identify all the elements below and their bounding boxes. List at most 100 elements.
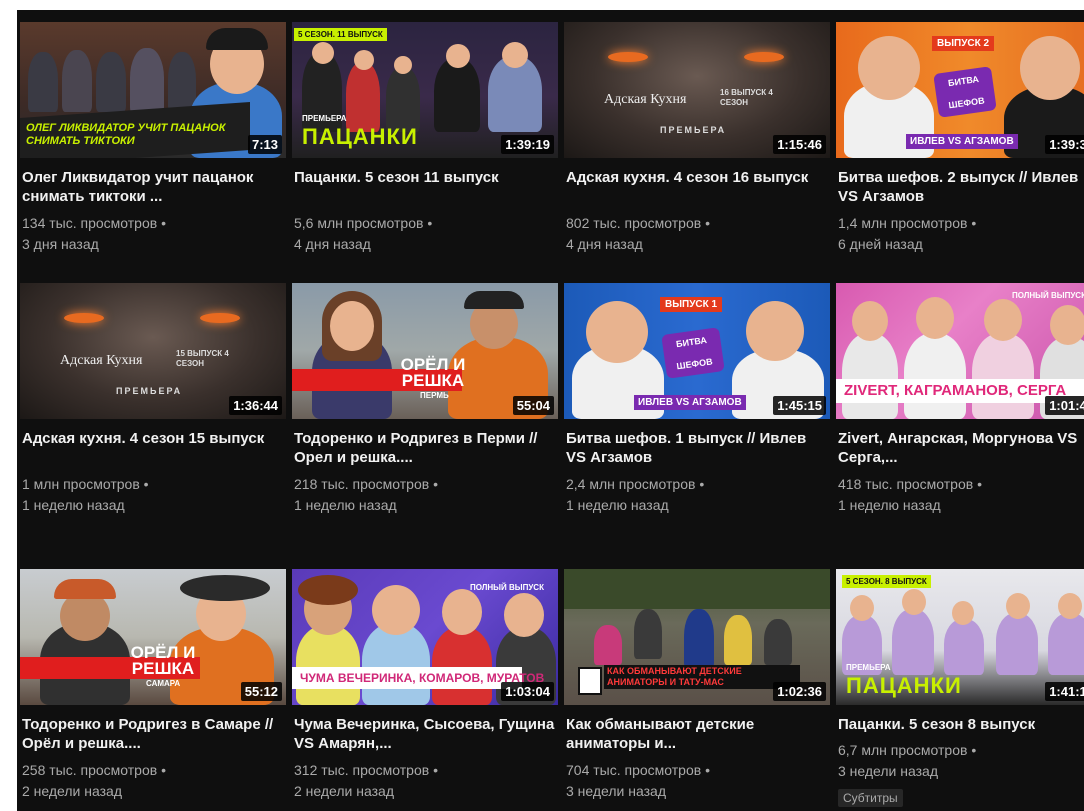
video-thumbnail[interactable]: КАК ОБМАНЫВАЮТ ДЕТСКИЕ АНИМАТОРЫ И ТАТУ-… [564, 569, 830, 705]
video-duration: 1:45:15 [773, 396, 826, 415]
video-duration: 1:01:41 [1045, 396, 1084, 415]
video-meta: 258 тыс. просмотров • 2 недели назад [22, 762, 166, 799]
thumbnail-full-episode-label: ПОЛНЫЙ ВЫПУСК [1012, 291, 1084, 300]
thumbnail-season-label: 5 СЕЗОН. 8 ВЫПУСК [842, 575, 931, 588]
video-title[interactable]: Битва шефов. 2 выпуск // Ивлев VS Агзамо… [838, 168, 1084, 206]
thumbnail-show-logo: ПАЦАНКИ [302, 124, 418, 149]
video-age: 1 неделю назад [294, 497, 397, 513]
video-thumbnail[interactable]: ВЫПУСК 2 БИТВА ШЕФОВ ИВЛЕВ VS АГЗАМОВ 1:… [836, 22, 1084, 158]
video-thumbnail[interactable]: ОРЁЛ И РЕШКА САМАРА 55:12 [20, 569, 286, 705]
video-age: 6 дней назад [838, 236, 923, 252]
video-duration: 7:13 [247, 135, 282, 154]
video-thumbnail[interactable]: ПОЛНЫЙ ВЫПУСК ЧУМА ВЕЧЕРИНКА, КОМАРОВ, М… [292, 569, 558, 705]
video-age: 1 неделю назад [566, 497, 669, 513]
thumbnail-show-logo: БИТВА ШЕФОВ [661, 327, 725, 379]
thumbnail-city-label: ПЕРМЬ [420, 391, 449, 400]
video-duration: 1:36:44 [229, 396, 282, 415]
video-thumbnail[interactable]: 5 СЕЗОН. 11 ВЫПУСК ПРЕМЬЕРА ПАЦАНКИ 1:39… [292, 22, 558, 158]
video-grid: ОЛЕГ ЛИКВИДАТОР УЧИТ ПАЦАНОК СНИМАТЬ ТИК… [17, 10, 1084, 811]
thumbnail-overlay-text: ОЛЕГ ЛИКВИДАТОР УЧИТ ПАЦАНОК СНИМАТЬ ТИК… [26, 122, 226, 147]
video-title[interactable]: Как обманывают детские аниматоры и... [566, 715, 828, 753]
video-views: 802 тыс. просмотров [566, 215, 702, 231]
thumbnail-overlay-text: ZIVERT, КАГРАМАНОВ, СЕРГА [844, 382, 1067, 399]
thumbnail-show-logo: БИТВА ШЕФОВ [933, 66, 997, 118]
video-age: 3 дня назад [22, 236, 99, 252]
video-title[interactable]: Пацанки. 5 сезон 11 выпуск [294, 168, 556, 187]
video-thumbnail[interactable]: ПОЛНЫЙ ВЫПУСК ZIVERT, КАГРАМАНОВ, СЕРГА … [836, 283, 1084, 419]
video-thumbnail[interactable]: ВЫПУСК 1 БИТВА ШЕФОВ ИВЛЕВ VS АГЗАМОВ 1:… [564, 283, 830, 419]
video-title[interactable]: Zivert, Ангарская, Моргунова VS Серга,..… [838, 429, 1084, 467]
video-thumbnail[interactable]: ОРЁЛ И РЕШКА ПЕРМЬ 55:04 [292, 283, 558, 419]
thumbnail-premiere-label: ПРЕМЬЕРА [846, 663, 891, 672]
video-duration: 1:02:36 [773, 682, 826, 701]
video-meta: 5,6 млн просмотров • 4 дня назад [294, 215, 433, 252]
video-duration: 1:39:19 [501, 135, 554, 154]
subtitles-badge: Субтитры [838, 789, 903, 807]
thumbnail-overlay-text: КАК ОБМАНЫВАЮТ ДЕТСКИЕ АНИМАТОРЫ И ТАТУ-… [604, 665, 800, 689]
video-meta: 2,4 млн просмотров • 1 неделю назад [566, 476, 705, 513]
video-title[interactable]: Тодоренко и Родригез в Перми // Орел и р… [294, 429, 556, 467]
video-views: 418 тыс. просмотров [838, 476, 974, 492]
thumbnail-show-logo: ОРЁЛ И РЕШКА [130, 643, 196, 678]
video-meta: 312 тыс. просмотров • 2 недели назад [294, 762, 438, 799]
thumbnail-overlay-text: ИВЛЕВ VS АГЗАМОВ [634, 395, 746, 410]
video-views: 5,6 млн просмотров [294, 215, 424, 231]
video-title[interactable]: Тодоренко и Родригез в Самаре // Орёл и … [22, 715, 284, 753]
thumbnail-premiere-label: ПРЕМЬЕРА [660, 125, 727, 135]
video-duration: 1:39:33 [1045, 135, 1084, 154]
video-title[interactable]: Адская кухня. 4 сезон 16 выпуск [566, 168, 828, 187]
thumbnail-show-logo: ПАЦАНКИ [846, 673, 962, 698]
video-meta: 802 тыс. просмотров • 4 дня назад [566, 215, 710, 252]
video-views: 218 тыс. просмотров [294, 476, 430, 492]
thumbnail-full-episode-label: ПОЛНЫЙ ВЫПУСК [470, 583, 544, 592]
video-views: 6,7 млн просмотров [838, 742, 968, 758]
video-views: 134 тыс. просмотров [22, 215, 158, 231]
thumbnail-overlay-text: ИВЛЕВ VS АГЗАМОВ [906, 134, 1018, 149]
video-age: 2 недели назад [294, 783, 394, 799]
video-duration: 1:15:46 [773, 135, 826, 154]
thumbnail-city-label: САМАРА [146, 679, 181, 688]
video-duration: 55:12 [240, 682, 282, 701]
video-age: 1 неделю назад [838, 497, 941, 513]
video-views: 312 тыс. просмотров [294, 762, 430, 778]
video-duration: 1:03:04 [501, 682, 554, 701]
video-views: 1 млн просмотров [22, 476, 140, 492]
video-age: 2 недели назад [22, 783, 122, 799]
thumbnail-episode-label: 15 ВЫПУСК 4 СЕЗОН [176, 349, 229, 368]
video-age: 4 дня назад [294, 236, 371, 252]
video-title[interactable]: Пацанки. 5 сезон 8 выпуск [838, 715, 1084, 734]
thumbnail-episode-label: 16 ВЫПУСК 4 СЕЗОН [720, 88, 773, 107]
video-meta: 134 тыс. просмотров • 3 дня назад [22, 215, 166, 252]
thumbnail-show-logo: Адская Кухня [60, 353, 143, 368]
video-age: 1 неделю назад [22, 497, 125, 513]
video-thumbnail[interactable]: 5 СЕЗОН. 8 ВЫПУСК ПРЕМЬЕРА ПАЦАНКИ 1:41:… [836, 569, 1084, 705]
video-thumbnail[interactable]: ОЛЕГ ЛИКВИДАТОР УЧИТ ПАЦАНОК СНИМАТЬ ТИК… [20, 22, 286, 158]
video-title[interactable]: Чума Вечеринка, Сысоева, Гущина VS Амаря… [294, 715, 556, 753]
thumbnail-episode-label: ВЫПУСК 2 [932, 36, 995, 51]
video-views: 704 тыс. просмотров [566, 762, 702, 778]
video-meta: 704 тыс. просмотров • 3 недели назад [566, 762, 710, 799]
video-meta: 6,7 млн просмотров • 3 недели назад [838, 742, 977, 779]
video-meta: 1 млн просмотров • 1 неделю назад [22, 476, 149, 513]
video-age: 3 недели назад [838, 763, 938, 779]
video-thumbnail[interactable]: Адская Кухня 15 ВЫПУСК 4 СЕЗОН ПРЕМЬЕРА … [20, 283, 286, 419]
video-views: 258 тыс. просмотров [22, 762, 158, 778]
video-title[interactable]: Адская кухня. 4 сезон 15 выпуск [22, 429, 284, 448]
thumbnail-season-label: 5 СЕЗОН. 11 ВЫПУСК [294, 28, 387, 41]
video-meta: 218 тыс. просмотров • 1 неделю назад [294, 476, 438, 513]
thumbnail-episode-label: ВЫПУСК 1 [660, 297, 723, 312]
video-age: 3 недели назад [566, 783, 666, 799]
video-title[interactable]: Битва шефов. 1 выпуск // Ивлев VS Агзамо… [566, 429, 828, 467]
thumbnail-show-logo: ОРЁЛ И РЕШКА [400, 355, 466, 390]
video-age: 4 дня назад [566, 236, 643, 252]
video-views: 2,4 млн просмотров [566, 476, 696, 492]
video-thumbnail[interactable]: Адская Кухня 16 ВЫПУСК 4 СЕЗОН ПРЕМЬЕРА … [564, 22, 830, 158]
thumbnail-premiere-label: ПРЕМЬЕРА [116, 386, 183, 396]
thumbnail-show-logo: Адская Кухня [604, 92, 687, 107]
video-meta: 418 тыс. просмотров • 1 неделю назад [838, 476, 982, 513]
video-duration: 55:04 [512, 396, 554, 415]
video-duration: 1:41:13 [1045, 682, 1084, 701]
video-meta: 1,4 млн просмотров • 6 дней назад [838, 215, 977, 252]
thumbnail-premiere-label: ПРЕМЬЕРА [302, 114, 347, 123]
video-title[interactable]: Олег Ликвидатор учит пацанок снимать тик… [22, 168, 284, 206]
